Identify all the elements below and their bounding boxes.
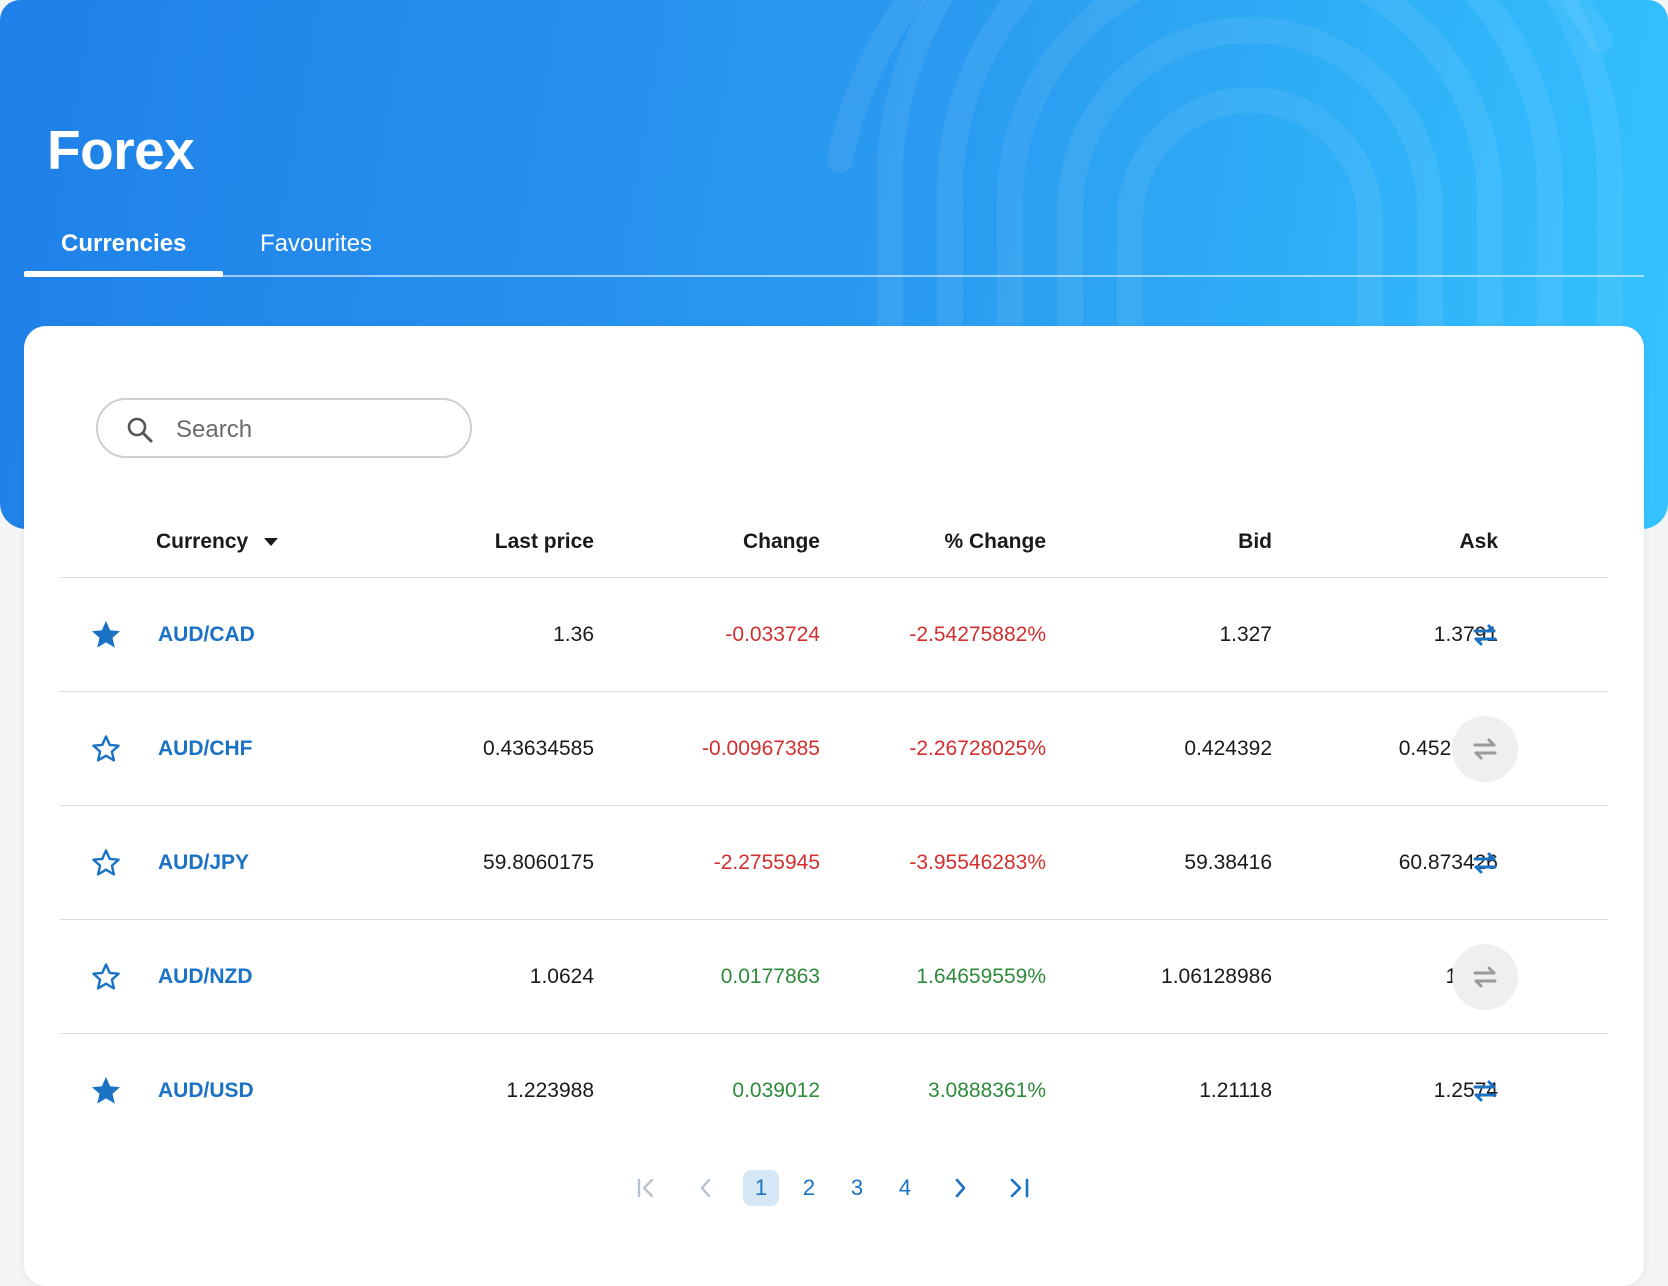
change-cell: 0.0177863: [720, 965, 820, 988]
change-cell: -2.2755945: [713, 851, 820, 874]
next-page-icon: [955, 1178, 966, 1198]
column-header-last-price[interactable]: Last price: [380, 522, 594, 562]
sort-descending-icon[interactable]: [264, 538, 279, 547]
last-price-cell: 0.43634585: [483, 737, 594, 760]
table-row[interactable]: AUD/CHF 0.43634585 -0.00967385 -2.26728025%…: [24, 692, 1644, 806]
trade-button[interactable]: [1452, 830, 1518, 896]
search-icon: [127, 417, 153, 443]
swap-arrows-icon: [1473, 738, 1497, 760]
percent-change-cell: 3.0888361%: [928, 1079, 1046, 1102]
column-header-currency[interactable]: Currency: [156, 522, 279, 562]
page-button[interactable]: 2: [791, 1170, 827, 1206]
page-button-current[interactable]: 1: [743, 1170, 779, 1206]
currency-table-card: Currency Last price Change % Change Bid …: [24, 326, 1644, 1286]
currency-pair-link[interactable]: AUD/USD: [158, 1034, 254, 1148]
bid-cell: 1.21118: [1199, 1079, 1272, 1102]
last-price-cell: 59.8060175: [483, 851, 594, 874]
bid-cell: 1.06128986: [1161, 965, 1272, 988]
star-outline-icon[interactable]: [90, 961, 122, 993]
last-price-cell: 1.223988: [506, 1079, 594, 1102]
first-page-icon: [637, 1178, 654, 1198]
last-page-button[interactable]: [1004, 1170, 1036, 1206]
swap-arrows-icon: [1473, 852, 1497, 874]
currency-pair-link[interactable]: AUD/CAD: [158, 578, 255, 692]
percent-change-cell: -3.95546283%: [909, 851, 1046, 874]
table-row[interactable]: AUD/CAD 1.36 -0.033724 -2.54275882% 1.327 1.3…: [24, 578, 1644, 692]
last-price-cell: 1.36: [553, 623, 594, 646]
previous-page-button[interactable]: [690, 1170, 722, 1206]
change-cell: -0.033724: [725, 623, 820, 646]
currency-pair-link[interactable]: AUD/NZD: [158, 920, 253, 1034]
trade-button[interactable]: [1452, 602, 1518, 668]
star-outline-icon[interactable]: [90, 847, 122, 879]
trade-button[interactable]: [1452, 944, 1518, 1010]
swap-arrows-icon: [1473, 1080, 1497, 1102]
trade-button[interactable]: [1452, 716, 1518, 782]
swap-arrows-icon: [1473, 624, 1497, 646]
column-header-currency-label: Currency: [156, 530, 249, 553]
column-header-bid[interactable]: Bid: [1058, 522, 1272, 562]
currency-pair-link[interactable]: AUD/CHF: [158, 692, 253, 806]
currency-pair-link[interactable]: AUD/JPY: [158, 806, 249, 920]
search-input[interactable]: [174, 410, 458, 450]
last-page-icon: [1010, 1178, 1029, 1198]
tab-favourites[interactable]: Favourites: [260, 230, 372, 258]
active-tab-indicator: [24, 271, 223, 277]
column-header-ask[interactable]: Ask: [1284, 522, 1498, 562]
previous-page-icon: [700, 1178, 711, 1198]
table-row[interactable]: AUD/NZD 1.0624 0.0177863 1.64659559% 1.06128…: [24, 920, 1644, 1034]
star-outline-icon[interactable]: [90, 733, 122, 765]
change-cell: -0.00967385: [702, 737, 820, 760]
tab-currencies[interactable]: Currencies: [61, 230, 186, 258]
bid-cell: 1.327: [1219, 623, 1272, 646]
trade-button[interactable]: [1452, 1058, 1518, 1124]
percent-change-cell: -2.26728025%: [909, 737, 1046, 760]
tabs-divider: [24, 275, 1644, 277]
swap-arrows-icon: [1473, 966, 1497, 988]
last-price-cell: 1.0624: [529, 965, 594, 988]
page-button[interactable]: 3: [839, 1170, 875, 1206]
bid-cell: 0.424392: [1184, 737, 1272, 760]
page-title: Forex: [47, 119, 195, 181]
column-header-percent-change[interactable]: % Change: [832, 522, 1046, 562]
next-page-button[interactable]: [944, 1170, 976, 1206]
change-cell: 0.039012: [732, 1079, 820, 1102]
table-row[interactable]: AUD/JPY 59.8060175 -2.2755945 -3.95546283% 5…: [24, 806, 1644, 920]
column-header-change[interactable]: Change: [606, 522, 820, 562]
first-page-button[interactable]: [630, 1170, 662, 1206]
percent-change-cell: 1.64659559%: [916, 965, 1046, 988]
pagination: 1 2 3 4: [0, 1170, 1668, 1210]
star-filled-icon[interactable]: [90, 1075, 122, 1107]
search-box[interactable]: [96, 398, 472, 458]
table-row[interactable]: AUD/USD 1.223988 0.039012 3.0888361% 1.21118…: [24, 1034, 1644, 1148]
bid-cell: 59.38416: [1184, 851, 1272, 874]
star-filled-icon[interactable]: [90, 619, 122, 651]
page-button[interactable]: 4: [887, 1170, 923, 1206]
percent-change-cell: -2.54275882%: [909, 623, 1046, 646]
